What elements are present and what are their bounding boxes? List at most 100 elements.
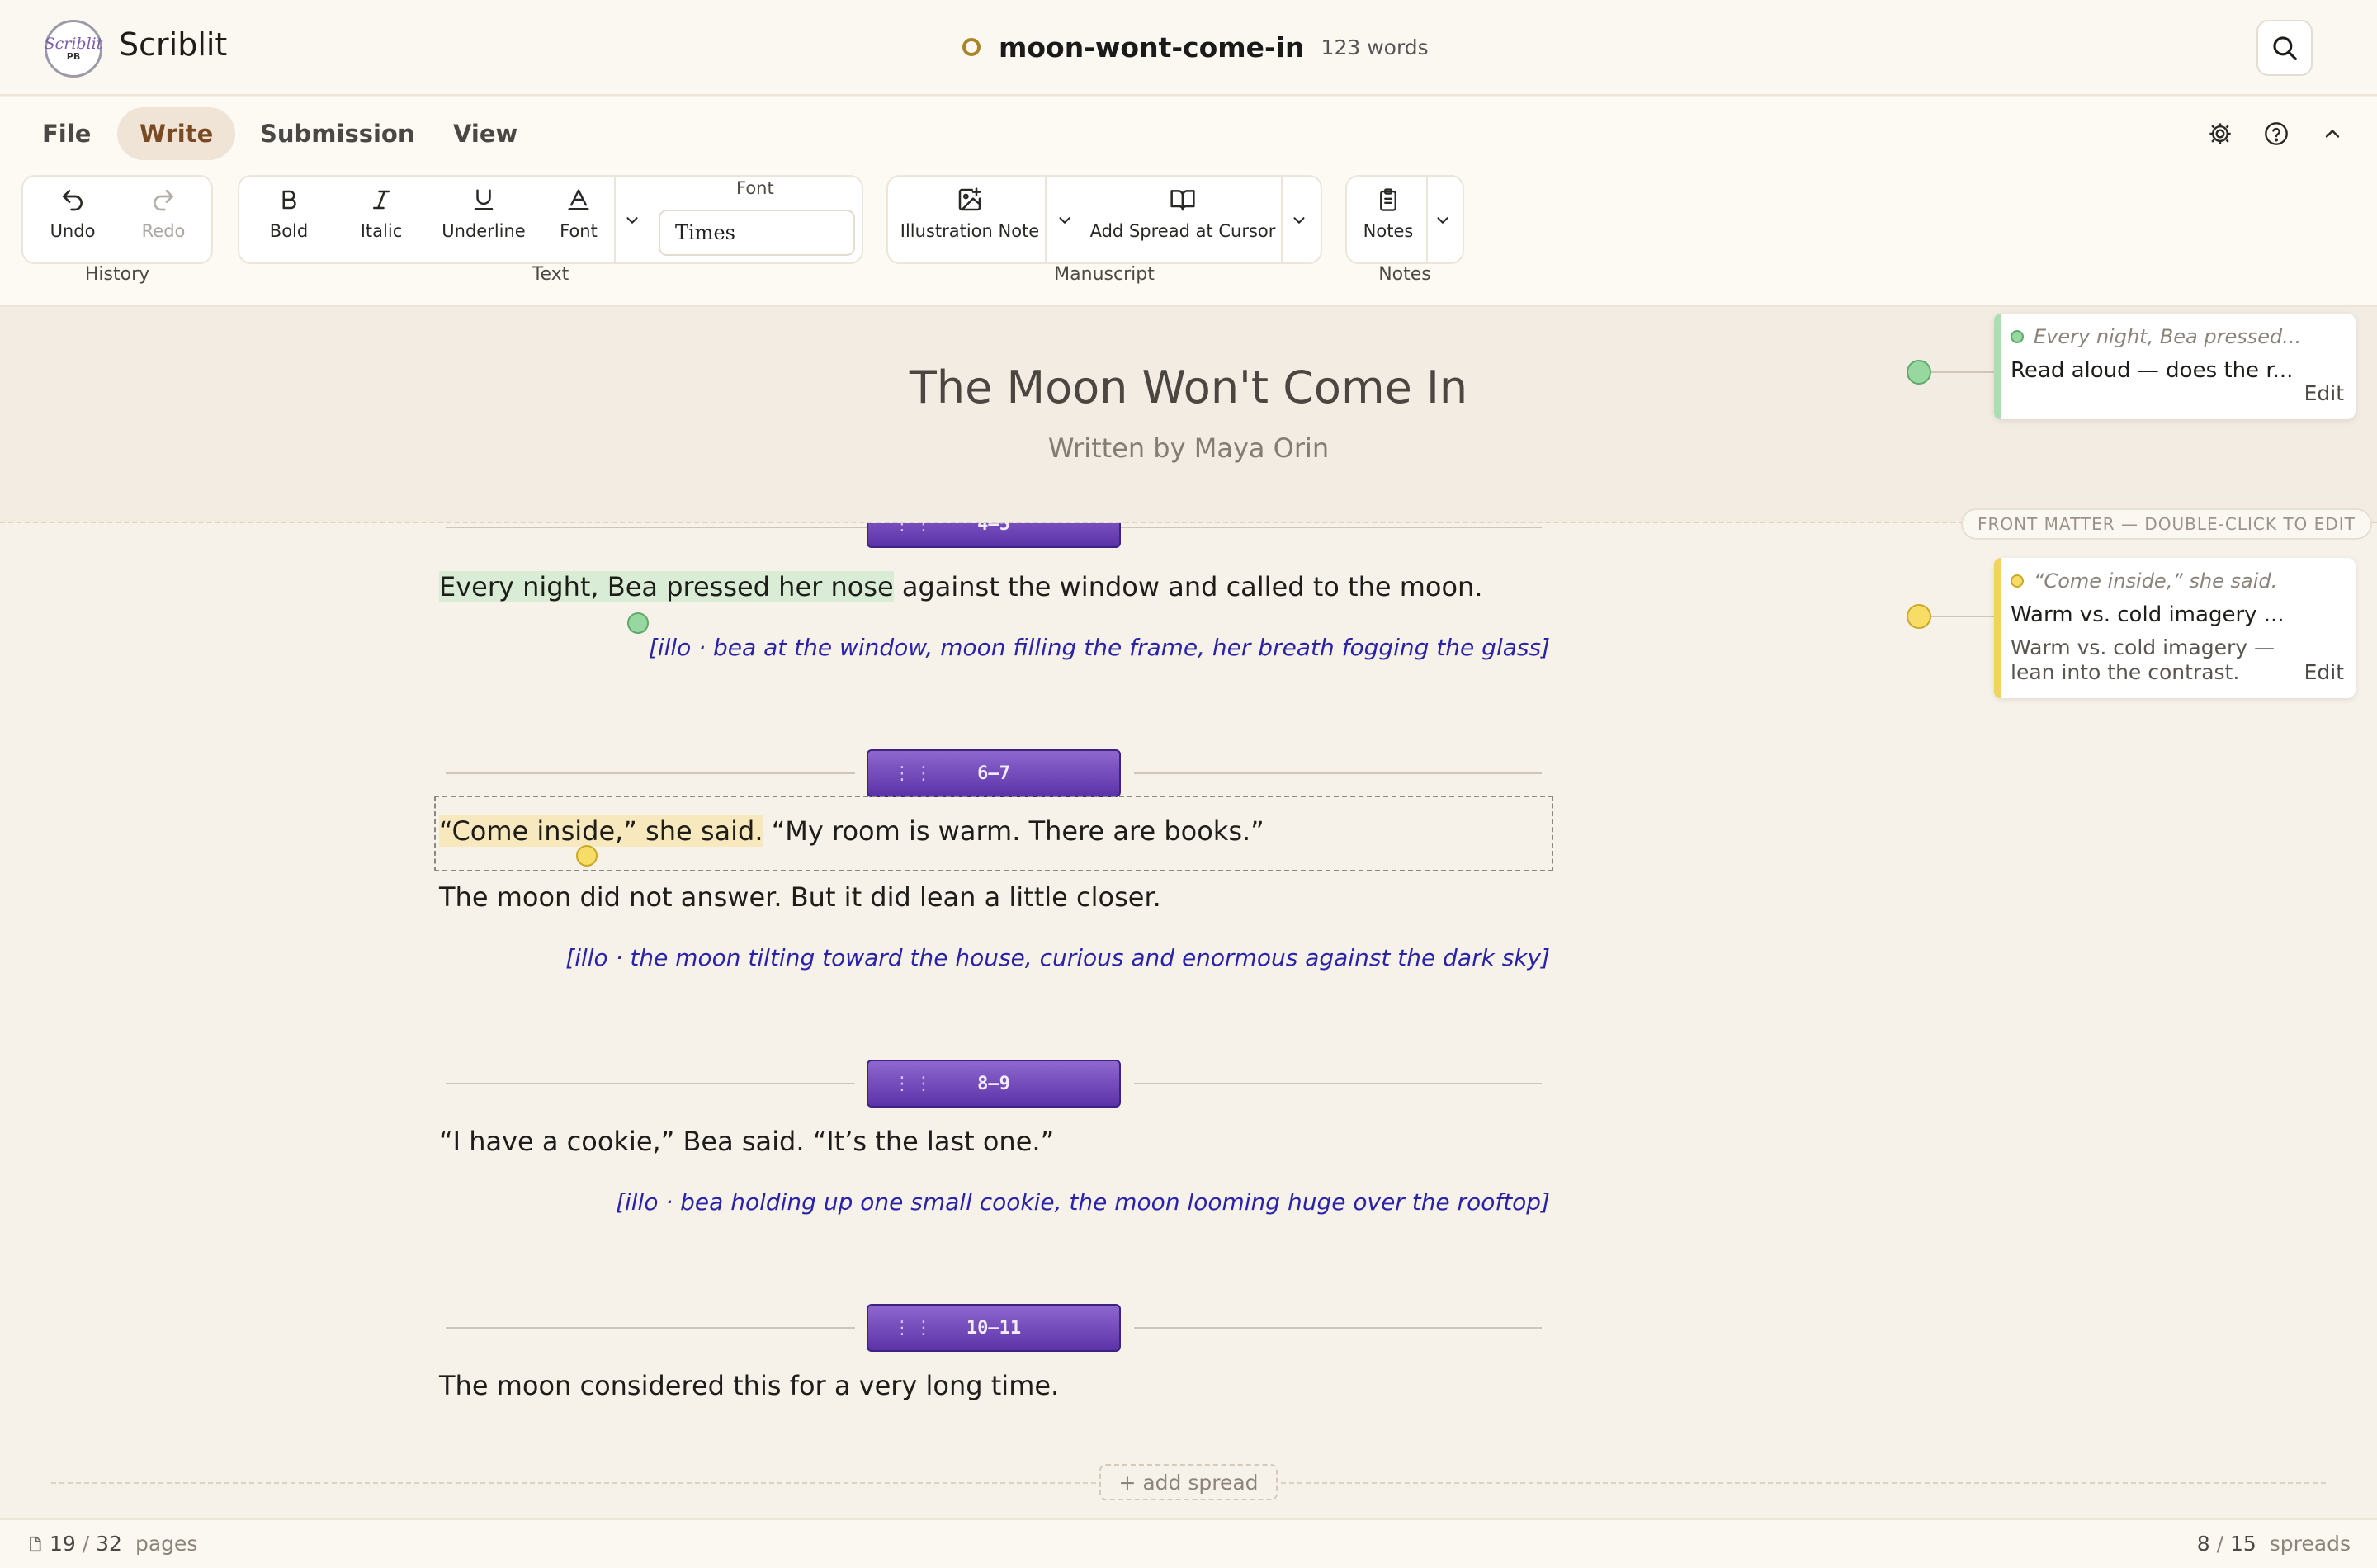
search-button[interactable]	[2256, 20, 2313, 76]
menu-write[interactable]: Write	[117, 107, 236, 160]
comment-color-bar	[1994, 314, 2001, 419]
font-field-label: Font	[736, 178, 774, 198]
notes-button[interactable]: Notes	[1354, 175, 1423, 248]
manuscript-group-label: Manuscript	[1054, 264, 1155, 285]
chevron-down-icon	[1293, 217, 1305, 224]
help-button[interactable]	[2258, 116, 2294, 152]
menu-file[interactable]: File	[20, 107, 113, 160]
collapse-ribbon-button[interactable]	[2314, 116, 2351, 152]
undo-button[interactable]: Undo	[40, 175, 106, 248]
font-color-button[interactable]: Font	[550, 175, 607, 248]
comment-highlight[interactable]: Every night, Bea pressed her nose	[439, 571, 894, 602]
manuscript-line[interactable]: The moon considered this for a very long…	[439, 1370, 1059, 1401]
history-group-label: History	[84, 264, 150, 285]
settings-button[interactable]	[2202, 116, 2238, 152]
redo-button[interactable]: Redo	[130, 175, 196, 248]
illustration-note[interactable]: [illo · bea holding up one small cookie,…	[616, 1188, 1550, 1216]
drag-handle-icon[interactable]: ⋮⋮	[893, 1074, 936, 1094]
manuscript-line[interactable]: “I have a cookie,” Bea said. “It’s the l…	[439, 1126, 1054, 1157]
book-author: Written by Maya Orin	[1047, 432, 1330, 464]
pages-label: pages	[135, 1532, 198, 1556]
font-family-input[interactable]: Times	[659, 210, 855, 256]
spread-divider	[446, 1327, 855, 1329]
italic-icon	[373, 190, 390, 210]
manuscript-line[interactable]: Every night, Bea pressed her nose agains…	[439, 571, 1483, 602]
comment-anchor-icon[interactable]	[576, 845, 598, 867]
text-more-dropdown[interactable]	[621, 208, 644, 233]
spread-counter: 8 / 15 spreads	[2197, 1532, 2351, 1556]
illustration-note-button[interactable]: Illustration Note	[900, 175, 1040, 248]
menu-submission[interactable]: Submission	[238, 107, 437, 160]
redo-icon	[154, 190, 173, 211]
spread-tab-8-9[interactable]: ⋮⋮ 8–9	[867, 1060, 1121, 1108]
menu-bar: File Write Submission View	[0, 97, 2377, 167]
comment-quote: “Come inside,” she said.	[2011, 569, 2277, 593]
pages-total: 32	[96, 1532, 122, 1556]
add-spread-dropdown[interactable]	[1288, 208, 1311, 233]
app-logo[interactable]: Scriblit PB	[45, 20, 102, 78]
illustration-note-dropdown[interactable]	[1053, 208, 1076, 233]
add-spread-at-cursor-button[interactable]: Add Spread at Cursor	[1088, 175, 1278, 248]
comment-edit-button[interactable]: Edit	[2304, 381, 2344, 405]
document-name[interactable]: moon-wont-come-in	[999, 31, 1305, 64]
comment-quote-text: “Come inside,” she said.	[2034, 569, 2278, 593]
font-color-label: Font	[560, 221, 598, 241]
spread-tab-10-11[interactable]: ⋮⋮ 10–11	[867, 1304, 1121, 1352]
drag-handle-icon[interactable]: ⋮⋮	[893, 523, 936, 535]
add-spread-row: + add spread	[0, 1444, 2377, 1518]
spread-tab-4-5[interactable]: ⋮⋮ 4–5	[867, 523, 1121, 548]
italic-label: Italic	[360, 221, 403, 241]
spreads-separator: /	[2209, 1532, 2230, 1556]
illustration-note[interactable]: [illo · bea at the window, moon filling …	[649, 634, 1550, 661]
pages-separator: /	[75, 1532, 97, 1556]
document-title-area: moon-wont-come-in 123 words	[962, 28, 1429, 66]
drag-handle-icon[interactable]: ⋮⋮	[893, 1318, 936, 1339]
redo-label: Redo	[141, 221, 186, 241]
comment-quote-text: Every night, Bea pressed...	[2034, 325, 2302, 348]
comment-quote: Every night, Bea pressed...	[2011, 325, 2301, 348]
save-status-icon	[962, 38, 981, 56]
spread-divider	[446, 772, 855, 774]
status-bar: 19 / 32 pages 8 / 15 spreads	[0, 1518, 2377, 1568]
undo-icon	[63, 190, 83, 211]
line-text: “My room is warm. There are books.”	[763, 815, 1264, 847]
spreads-total: 15	[2229, 1532, 2256, 1556]
undo-label: Undo	[50, 221, 96, 241]
bold-label: Bold	[269, 221, 309, 241]
underline-button[interactable]: Underline	[437, 175, 530, 248]
spread-tab-6-7[interactable]: ⋮⋮ 6–7	[867, 749, 1121, 797]
illustration-note[interactable]: [illo · the moon tilting toward the hous…	[565, 944, 1550, 971]
spread-divider	[1134, 1083, 1542, 1084]
divider	[1045, 175, 1047, 264]
comment-connector	[1931, 616, 1994, 617]
manuscript-line[interactable]: The moon did not answer. But it did lean…	[439, 881, 1161, 913]
text-group-label: Text	[532, 264, 569, 285]
page-icon	[30, 1536, 41, 1551]
bold-button[interactable]: Bold	[256, 175, 322, 248]
comment-highlight[interactable]: “Come inside,” she said.	[439, 815, 763, 847]
divider	[614, 175, 616, 264]
italic-button[interactable]: Italic	[348, 175, 414, 248]
top-bar: Scriblit PB Scriblit moon-wont-come-in 1…	[0, 0, 2377, 96]
chevron-down-icon	[1437, 217, 1448, 224]
comment-marker-icon[interactable]	[1907, 604, 1931, 629]
comment-body: Warm vs. cold imagery — lean into the co…	[2011, 635, 2275, 684]
manuscript-line[interactable]: “Come inside,” she said. “My room is war…	[439, 815, 1264, 847]
clipboard-icon	[1380, 188, 1396, 211]
menu-view[interactable]: View	[431, 107, 540, 160]
comment-card[interactable]: “Come inside,” she said. Warm vs. cold i…	[1994, 558, 2356, 698]
spread-divider	[446, 1083, 855, 1084]
divider	[1281, 175, 1283, 264]
comment-marker-icon[interactable]	[1907, 360, 1931, 385]
add-spread-button[interactable]: + add spread	[1099, 1464, 1278, 1500]
comment-edit-button[interactable]: Edit	[2304, 660, 2344, 684]
add-spread-label: Add Spread at Cursor	[1089, 221, 1276, 241]
spreads-current: 8	[2196, 1532, 2210, 1556]
line-text: against the window and called to the moo…	[893, 571, 1483, 602]
spread-divider	[1134, 1327, 1542, 1329]
illustration-note-label: Illustration Note	[900, 221, 1040, 241]
comment-anchor-icon[interactable]	[627, 612, 649, 634]
notes-dropdown[interactable]	[1431, 208, 1454, 233]
comment-card[interactable]: Every night, Bea pressed... Read aloud —…	[1994, 314, 2356, 419]
drag-handle-icon[interactable]: ⋮⋮	[893, 763, 936, 784]
